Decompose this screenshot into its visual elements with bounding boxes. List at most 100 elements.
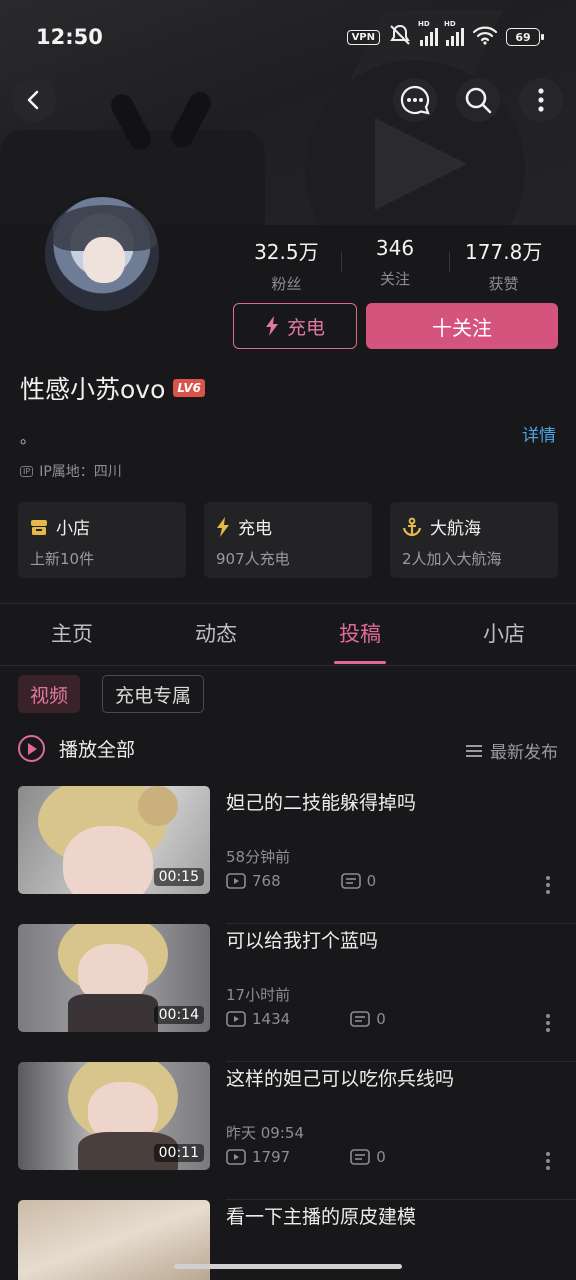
anchor-icon xyxy=(402,517,422,536)
charge-button-label: 充电 xyxy=(286,316,325,339)
comment-count: 0 xyxy=(350,1010,386,1028)
sort-button[interactable]: 最新发布 xyxy=(466,738,558,763)
lightning-icon xyxy=(265,316,278,336)
comment-count: 0 xyxy=(350,1148,386,1166)
play-all-button[interactable]: 播放全部 xyxy=(18,735,135,762)
card-title: 充电 xyxy=(238,519,272,539)
detail-link[interactable]: 详情 xyxy=(522,421,556,446)
view-count: 768 xyxy=(226,872,281,890)
shop-icon xyxy=(31,519,47,535)
stat-fans[interactable]: 32.5万 粉丝 xyxy=(232,236,341,294)
view-count: 1434 xyxy=(226,1010,290,1028)
comment-count-value: 0 xyxy=(376,1148,386,1166)
username: 性感小苏ovo xyxy=(20,375,166,404)
lightning-icon xyxy=(217,516,229,537)
shop-card[interactable]: 小店 上新10件 xyxy=(18,502,186,578)
subtab-video[interactable]: 视频 xyxy=(18,675,81,713)
video-item[interactable]: 00:11 这样的妲己可以吃你兵线吗 昨天 09:54 1797 0 xyxy=(0,1062,576,1200)
danmaku-icon xyxy=(350,1149,370,1165)
home-indicator[interactable] xyxy=(174,1264,402,1269)
ip-location-text: IP属地：四川 xyxy=(39,464,122,480)
play-all-label: 播放全部 xyxy=(59,739,136,761)
signal-icon: HD xyxy=(418,20,438,46)
stat-following[interactable]: 346 关注 xyxy=(340,236,450,294)
profile-tabs: 主页 动态 投稿 小店 xyxy=(0,604,576,666)
ip-location: IP IP属地：四川 xyxy=(20,461,122,481)
video-duration: 00:14 xyxy=(153,1006,204,1024)
chat-bubble-icon xyxy=(400,85,430,115)
stat-label: 关注 xyxy=(380,270,411,288)
more-options-icon[interactable] xyxy=(546,1152,550,1173)
video-time: 昨天 09:54 xyxy=(226,1124,304,1142)
stat-likes[interactable]: 177.8万 获赞 xyxy=(449,236,558,294)
follow-button[interactable]: 十关注 xyxy=(366,303,558,349)
stat-label: 粉丝 xyxy=(271,275,302,293)
charge-button[interactable]: 充电 xyxy=(233,303,357,349)
card-subtitle: 2人加入大航海 xyxy=(402,550,502,568)
vpn-icon: VPN xyxy=(346,29,380,45)
comment-count-value: 0 xyxy=(376,1010,386,1028)
play-count-icon xyxy=(226,1011,246,1027)
video-item[interactable]: 00:14 可以给我打个蓝吗 17小时前 1434 0 xyxy=(0,924,576,1062)
mute-icon xyxy=(388,24,412,50)
level-badge: LV6 xyxy=(173,379,206,397)
signal-icon-2: HD xyxy=(444,20,464,46)
stat-value: 32.5万 xyxy=(254,240,319,264)
tab-shop[interactable]: 小店 xyxy=(432,604,576,665)
card-subtitle: 907人充电 xyxy=(216,550,290,568)
sort-label: 最新发布 xyxy=(490,743,558,763)
video-time: 58分钟前 xyxy=(226,848,291,866)
comment-count: 0 xyxy=(340,872,377,890)
card-subtitle: 上新10件 xyxy=(30,550,95,568)
video-duration: 00:11 xyxy=(153,1144,204,1162)
username-row: 性感小苏ovo LV6 xyxy=(20,370,206,406)
more-options-icon[interactable] xyxy=(546,876,550,897)
charge-card[interactable]: 充电 907人充电 xyxy=(204,502,372,578)
search-button[interactable] xyxy=(456,78,500,122)
subtab-charge-exclusive[interactable]: 充电专属 xyxy=(102,675,205,713)
message-button[interactable] xyxy=(393,78,437,122)
back-arrow-icon xyxy=(27,90,39,110)
video-thumbnail[interactable]: 00:11 xyxy=(18,1062,210,1170)
card-title: 大航海 xyxy=(430,519,481,539)
stat-value: 177.8万 xyxy=(465,240,543,264)
signature: 。 xyxy=(20,428,37,447)
play-count-icon xyxy=(226,1149,246,1165)
avatar[interactable] xyxy=(42,194,162,314)
more-menu-button[interactable] xyxy=(519,78,563,122)
video-title[interactable]: 看一下主播的原皮建模 xyxy=(226,1202,416,1229)
comment-count-value: 0 xyxy=(366,872,377,890)
battery-icon: 69 xyxy=(506,28,544,46)
voyage-card[interactable]: 大航海 2人加入大航海 xyxy=(390,502,558,578)
stat-label: 获赞 xyxy=(488,275,519,293)
profile-stats: 32.5万 粉丝 346 关注 177.8万 获赞 xyxy=(232,236,558,294)
follow-button-label: 十关注 xyxy=(432,315,492,340)
video-title[interactable]: 妲己的二技能躲得掉吗 xyxy=(226,788,416,815)
wifi-icon xyxy=(472,25,498,49)
view-count-value: 1434 xyxy=(252,1010,291,1028)
tab-submissions[interactable]: 投稿 xyxy=(288,604,432,665)
ip-icon: IP xyxy=(20,465,34,477)
more-options-icon[interactable] xyxy=(546,1014,550,1035)
video-title[interactable]: 可以给我打个蓝吗 xyxy=(226,926,378,953)
video-time: 17小时前 xyxy=(226,986,291,1004)
card-title: 小店 xyxy=(56,519,90,539)
video-thumbnail[interactable]: 00:14 xyxy=(18,924,210,1032)
video-item[interactable]: 00:15 妲己的二技能躲得掉吗 58分钟前 768 0 xyxy=(0,786,576,924)
danmaku-icon xyxy=(350,1011,370,1027)
search-icon xyxy=(465,87,492,114)
video-thumbnail[interactable]: 00:15 xyxy=(18,786,210,894)
tab-home[interactable]: 主页 xyxy=(0,604,144,665)
vertical-dots-icon xyxy=(538,88,544,112)
back-button[interactable] xyxy=(12,78,56,122)
view-count: 1797 xyxy=(226,1148,290,1166)
status-time: 12:50 xyxy=(36,25,103,49)
status-bar: 12:50 VPN HD HD 69 xyxy=(0,0,576,74)
video-duration: 00:15 xyxy=(153,868,204,886)
danmaku-icon xyxy=(340,873,361,889)
list-sort-icon xyxy=(466,744,482,757)
play-count-icon xyxy=(226,873,246,889)
stat-value: 346 xyxy=(375,236,415,260)
tab-dynamic[interactable]: 动态 xyxy=(144,604,288,665)
video-title[interactable]: 这样的妲己可以吃你兵线吗 xyxy=(226,1064,454,1091)
